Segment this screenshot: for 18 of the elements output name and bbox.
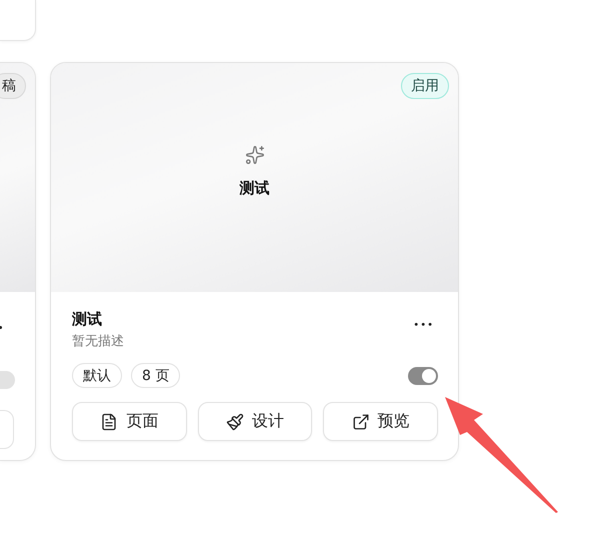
- pages-button[interactable]: 页面: [72, 402, 187, 441]
- preview-button[interactable]: 预览: [323, 402, 438, 441]
- card-title: 测试: [72, 310, 103, 329]
- status-badge: 稿: [0, 73, 26, 99]
- document-icon: [100, 412, 118, 430]
- tag: 默认: [72, 363, 122, 388]
- toggle-switch[interactable]: [0, 371, 15, 389]
- sparkles-icon: [244, 145, 264, 165]
- design-button[interactable]: 设计: [198, 402, 312, 441]
- brush-icon: [226, 412, 244, 430]
- more-button[interactable]: •••: [409, 318, 438, 333]
- external-link-icon: [352, 412, 370, 430]
- panel: [0, 0, 36, 41]
- toggle-switch[interactable]: [408, 366, 438, 384]
- card-description: 暂无描述: [72, 333, 124, 350]
- preview-title: 测试: [240, 179, 270, 198]
- status-badge: 启用: [401, 73, 449, 99]
- tag: 8 页: [131, 363, 180, 388]
